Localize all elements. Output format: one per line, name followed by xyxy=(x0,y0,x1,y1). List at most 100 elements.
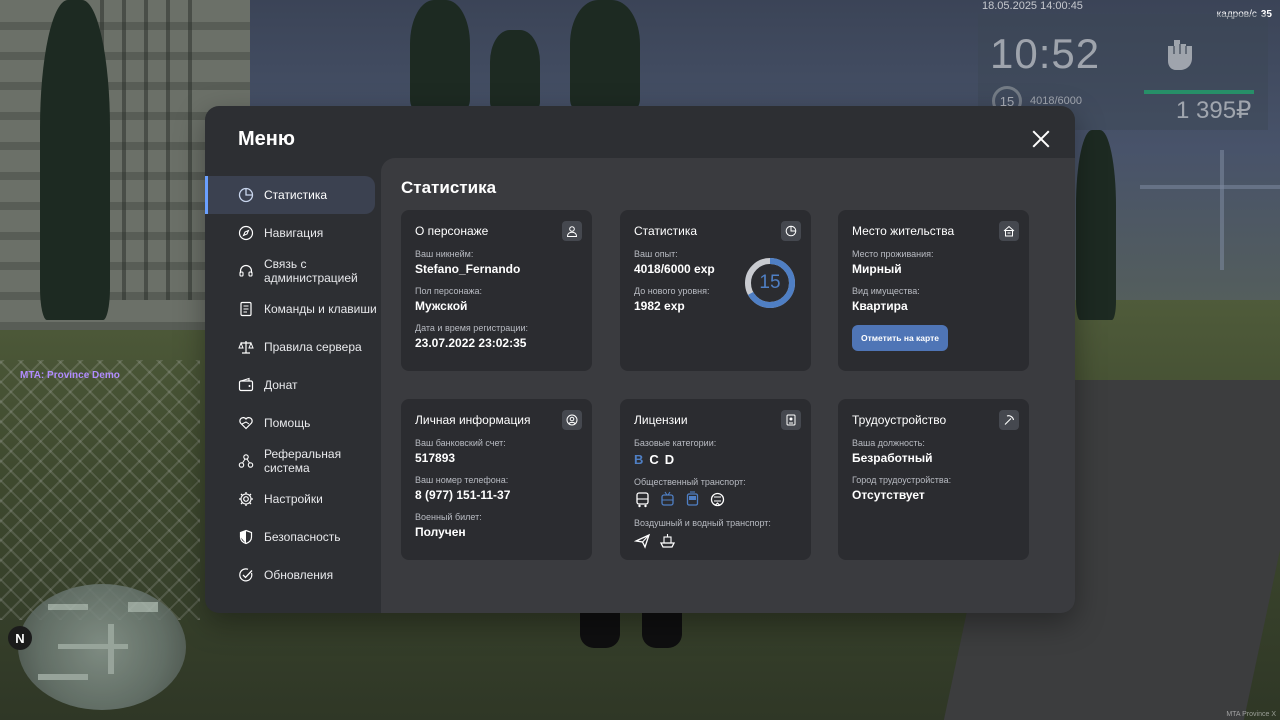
hud-clock: 10:52 xyxy=(990,30,1101,77)
card-title: Трудоустройство xyxy=(852,413,947,427)
id-badge-icon xyxy=(781,410,801,430)
bank-account-value: 517893 xyxy=(415,451,456,465)
port-crane xyxy=(1140,185,1280,189)
close-button[interactable] xyxy=(1028,126,1054,152)
hud-datetime: 18.05.2025 14:00:45 xyxy=(982,0,1083,12)
menu-title: Меню xyxy=(238,128,295,150)
property-value: Квартира xyxy=(852,299,908,313)
sidebar-item-label: Безопасность xyxy=(264,530,341,544)
sidebar-item-contact-admin[interactable]: Связь с администрацией xyxy=(205,252,381,290)
share-nodes-icon xyxy=(238,453,254,469)
sidebar-item-statistics[interactable]: Статистика xyxy=(205,176,375,214)
card-title: Личная информация xyxy=(415,413,531,427)
card-title: Лицензии xyxy=(634,413,688,427)
tree xyxy=(490,30,540,110)
phone-label: Ваш номер телефона: xyxy=(415,475,509,485)
sidebar-item-help[interactable]: Помощь xyxy=(205,404,381,442)
user-icon xyxy=(562,221,582,241)
compass-icon xyxy=(238,225,254,241)
minimap-north-marker: N xyxy=(8,626,32,650)
air-water-transport-icons xyxy=(634,532,797,549)
check-circle-icon xyxy=(238,567,254,583)
card-title: Место жительства xyxy=(852,224,955,238)
pie-chart-icon xyxy=(238,187,254,203)
sidebar-item-settings[interactable]: Настройки xyxy=(205,480,381,518)
minimap xyxy=(18,584,186,710)
bank-account-label: Ваш банковский счет: xyxy=(415,438,506,448)
tram-icon xyxy=(686,491,699,506)
user-circle-icon xyxy=(562,410,582,430)
card-title: О персонаже xyxy=(415,224,489,238)
license-category-d: D xyxy=(664,452,681,467)
sidebar-item-label: Статистика xyxy=(264,188,328,202)
house-icon xyxy=(999,221,1019,241)
residence-place-label: Место проживания: xyxy=(852,249,934,259)
card-residence: Место жительства Место проживания: Мирны… xyxy=(838,210,1029,371)
phone-value: 8 (977) 151-11-37 xyxy=(415,488,511,502)
player-character xyxy=(580,612,692,648)
hud-health-bar xyxy=(1144,90,1254,94)
trolleybus-icon xyxy=(661,491,674,506)
position-value: Безработный xyxy=(852,451,933,465)
sidebar: Статистика Навигация Связь с администрац… xyxy=(205,176,381,594)
bus-icon xyxy=(636,492,649,508)
sidebar-item-label: Команды и клавиши xyxy=(264,302,377,316)
sidebar-item-label: Обновления xyxy=(264,568,334,582)
sidebar-item-donate[interactable]: Донат xyxy=(205,366,381,404)
document-icon xyxy=(238,301,254,317)
card-personal-info: Личная информация Ваш банковский счет: 5… xyxy=(401,399,592,560)
card-character: О персонаже Ваш никнейм: Stefano_Fernand… xyxy=(401,210,592,371)
sidebar-item-label: Помощь xyxy=(264,416,311,430)
plane-icon xyxy=(634,533,651,549)
basic-categories-label: Базовые категории: xyxy=(634,438,717,448)
server-name: MTA: Province Demo xyxy=(20,370,120,381)
employment-city-value: Отсутствует xyxy=(852,488,925,502)
chain-link-fence xyxy=(0,360,200,620)
air-water-transport-label: Воздушный и водный транспорт: xyxy=(634,518,771,528)
card-title: Статистика xyxy=(634,224,698,238)
scales-icon xyxy=(238,339,254,355)
property-label: Вид имущества: xyxy=(852,286,920,296)
heart-hands-icon xyxy=(238,415,254,431)
level-number: 15 xyxy=(759,272,781,293)
military-id-value: Получен xyxy=(415,525,466,539)
license-category-c: C xyxy=(649,452,665,467)
sidebar-item-label: Реферальная система xyxy=(264,447,342,475)
pickaxe-icon xyxy=(999,410,1019,430)
military-id-label: Военный билет: xyxy=(415,512,482,522)
public-transport-icons xyxy=(634,491,797,508)
gear-icon xyxy=(238,491,254,507)
pie-chart-icon xyxy=(781,221,801,241)
sidebar-item-label: Правила сервера xyxy=(264,340,362,354)
mark-on-map-button[interactable]: Отметить на карте xyxy=(852,325,948,351)
menu-window: Меню Статистика Навигация Связь с админи… xyxy=(205,106,1075,613)
sidebar-item-referral[interactable]: Реферальная система xyxy=(205,442,381,480)
sidebar-item-commands[interactable]: Команды и клавиши xyxy=(205,290,381,328)
sidebar-item-rules[interactable]: Правила сервера xyxy=(205,328,381,366)
port-crane xyxy=(1220,150,1224,270)
metro-icon xyxy=(710,492,725,507)
registration-label: Дата и время регистрации: xyxy=(415,323,528,333)
ship-icon xyxy=(659,534,676,548)
sidebar-item-security[interactable]: Безопасность xyxy=(205,518,381,556)
sidebar-item-updates[interactable]: Обновления xyxy=(205,556,381,594)
page-title: Статистика xyxy=(401,178,497,197)
position-label: Ваша должность: xyxy=(852,438,925,448)
sidebar-item-label: Настройки xyxy=(264,492,323,506)
employment-city-label: Город трудоустройства: xyxy=(852,475,952,485)
headset-icon xyxy=(238,263,254,279)
fist-icon xyxy=(1162,34,1198,74)
tree xyxy=(410,0,470,110)
nickname-value: Stefano_Fernando xyxy=(415,262,521,276)
gender-value: Мужской xyxy=(415,299,468,313)
license-category-b: B xyxy=(634,452,650,467)
watermark: MTA Province X xyxy=(1226,711,1276,718)
sidebar-item-navigation[interactable]: Навигация xyxy=(205,214,381,252)
shield-icon xyxy=(238,529,254,545)
residence-place-value: Мирный xyxy=(852,262,902,276)
sidebar-item-label: Донат xyxy=(264,378,298,392)
card-statistics: Статистика Ваш опыт: 4018/6000 exp До но… xyxy=(620,210,811,371)
registration-value: 23.07.2022 23:02:35 xyxy=(415,336,527,350)
hud-money: 1 395₽ xyxy=(1176,97,1252,124)
tree xyxy=(1076,130,1116,320)
